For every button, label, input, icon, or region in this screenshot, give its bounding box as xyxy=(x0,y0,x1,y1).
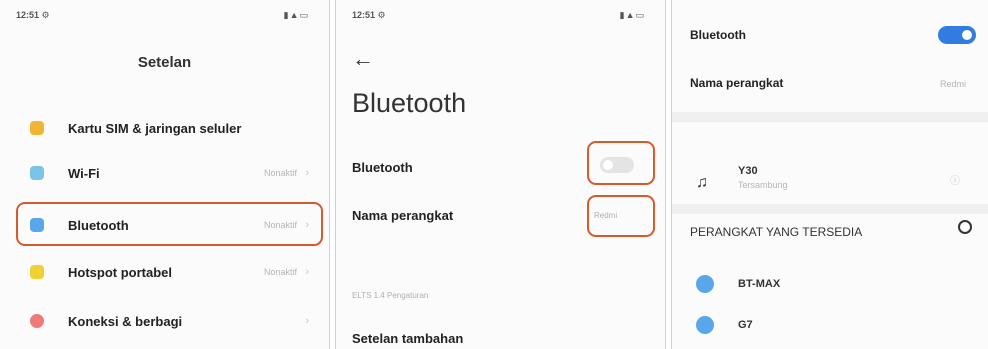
chevron-right-icon: › xyxy=(305,266,309,278)
chevron-right-icon: › xyxy=(305,167,309,179)
page-title: Setelan xyxy=(137,54,192,71)
device-name-value: Redmi xyxy=(939,79,966,89)
headphones-icon: ♫ xyxy=(696,174,708,191)
bluetooth-label: Bluetooth xyxy=(352,160,413,175)
status-time: 12:51 ⚙ xyxy=(16,10,50,20)
device-name-label[interactable]: Nama perangkat xyxy=(352,208,453,223)
item-label: Koneksi & berbagi xyxy=(68,313,183,329)
item-label: Hotspot portabel xyxy=(68,264,172,280)
bluetooth-toggle[interactable] xyxy=(938,26,976,44)
highlight-box xyxy=(587,195,655,237)
extra-settings-label[interactable]: Setelan tambahan xyxy=(352,331,463,346)
item-value: Nonaktif xyxy=(263,168,297,178)
bluetooth-label: Bluetooth xyxy=(690,28,746,42)
back-arrow-icon[interactable]: ← xyxy=(352,46,374,72)
section-label: ELTS 1.4 Pengaturan xyxy=(352,291,429,300)
signal-battery-icon: ▮▲▭ xyxy=(619,10,645,20)
sidebar-item-sim[interactable]: Kartu SIM & jaringan seluler xyxy=(0,108,329,148)
divider xyxy=(672,112,988,122)
paired-device-name[interactable]: Y30 xyxy=(738,165,758,177)
page-title: Bluetooth xyxy=(352,88,467,118)
item-label: Wi-Fi xyxy=(68,165,100,181)
available-devices-header: PERANGKAT YANG TERSEDIA xyxy=(690,225,863,239)
highlight-box xyxy=(587,141,655,185)
bluetooth-device-icon xyxy=(696,275,714,293)
device-name-label[interactable]: Nama perangkat xyxy=(690,76,783,90)
sidebar-item-connection[interactable]: Koneksi & berbagi › xyxy=(0,301,329,341)
status-bar: 12:51 ⚙ ▮▲▭ xyxy=(336,10,665,24)
settings-screen: 12:51 ⚙ ▮▲▭ Setelan Kartu SIM & jaringan… xyxy=(0,0,330,349)
sidebar-item-hotspot[interactable]: Hotspot portabel Nonaktif › xyxy=(0,252,329,292)
sim-icon xyxy=(30,121,44,135)
refresh-icon[interactable] xyxy=(958,220,972,234)
item-label: Kartu SIM & jaringan seluler xyxy=(68,120,242,136)
share-icon xyxy=(30,314,44,328)
chevron-right-icon: › xyxy=(305,315,309,327)
available-device-name[interactable]: G7 xyxy=(738,319,753,331)
wifi-icon xyxy=(30,166,44,180)
info-icon[interactable]: ⓘ xyxy=(950,172,960,187)
item-value: Nonaktif xyxy=(263,267,297,277)
hotspot-icon xyxy=(30,265,44,279)
divider xyxy=(672,204,988,214)
highlight-box xyxy=(16,202,323,246)
available-device-name[interactable]: BT-MAX xyxy=(738,278,780,290)
bluetooth-screen: 12:51 ⚙ ▮▲▭ ← Bluetooth Bluetooth Nama p… xyxy=(335,0,666,349)
signal-battery-icon: ▮▲▭ xyxy=(283,10,309,20)
paired-device-status: Tersambung xyxy=(738,180,788,190)
bluetooth-device-icon xyxy=(696,316,714,334)
status-time: 12:51 ⚙ xyxy=(352,10,386,20)
status-bar: 12:51 ⚙ ▮▲▭ xyxy=(0,10,329,24)
bluetooth-devices-screen: Bluetooth Nama perangkat Redmi ♫ Y30 Ter… xyxy=(671,0,988,349)
sidebar-item-wifi[interactable]: Wi-Fi Nonaktif › xyxy=(0,153,329,193)
